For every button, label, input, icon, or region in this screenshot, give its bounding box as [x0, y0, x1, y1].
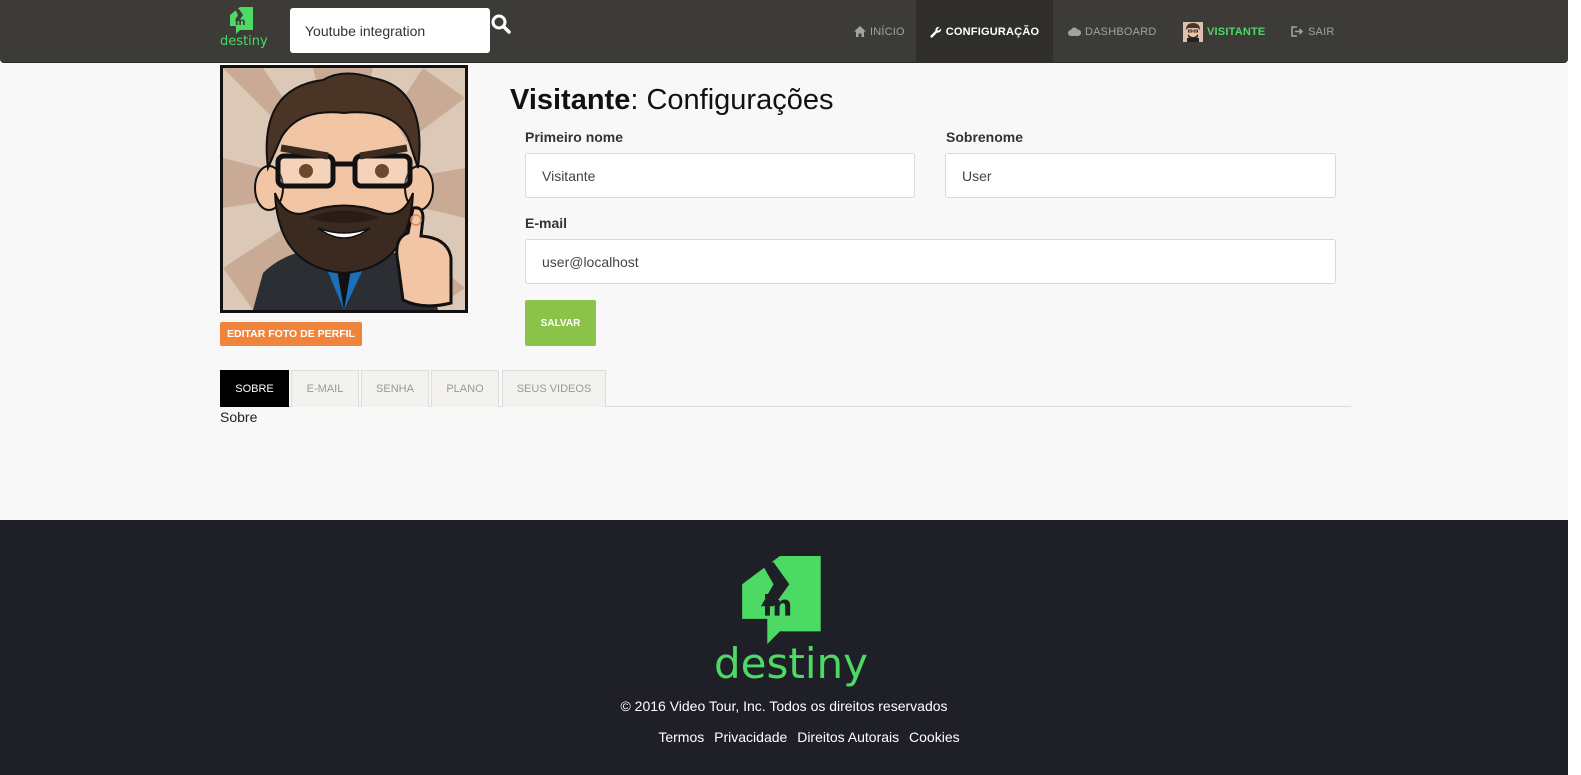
destiny-logo-icon: in — [742, 556, 821, 644]
last-name-label: Sobrenome — [946, 129, 1024, 145]
last-name-input[interactable] — [945, 153, 1336, 198]
save-button[interactable]: SALVAR — [525, 300, 596, 346]
sign-out-icon — [1291, 26, 1304, 37]
nav-visitante-label: VISITANTE — [1207, 25, 1266, 38]
footer-links: Termos Privacidade Direitos Autorais Coo… — [0, 729, 1581, 745]
tab-senha[interactable]: SENHA — [361, 370, 429, 407]
tab-email[interactable]: E-MAIL — [291, 370, 359, 407]
footer-link-cookies[interactable]: Cookies — [909, 729, 960, 745]
nav-visitante[interactable]: VISITANTE — [1183, 0, 1265, 63]
nav-sair[interactable]: SAIR — [1291, 0, 1334, 63]
first-name-input[interactable] — [525, 153, 915, 198]
profile-avatar — [220, 65, 468, 313]
page-title: Visitante: Configurações — [510, 84, 833, 117]
search-icon — [491, 14, 511, 34]
profile-avatar-image — [223, 68, 465, 310]
cloud-icon — [1068, 27, 1081, 36]
nav-configuracao-label: CONFIGURAÇÃO — [945, 25, 1040, 38]
page-title-rest: : Configurações — [630, 84, 834, 116]
footer-brand: in destiny — [714, 556, 868, 694]
nav-configuracao[interactable]: CONFIGURAÇÃO — [916, 0, 1053, 63]
navbar: in destiny INÍCIO CONFIGURAÇÃO DASHBOARD — [0, 0, 1568, 63]
tab-sobre[interactable]: SOBRE — [220, 370, 289, 407]
copyright: © 2016 Video Tour, Inc. Todos os direito… — [620, 698, 948, 714]
nav-sair-label: SAIR — [1308, 25, 1335, 38]
footer-link-termos[interactable]: Termos — [658, 729, 704, 745]
page-title-user: Visitante — [510, 84, 631, 116]
tab-seus-videos[interactable]: SEUS VIDEOS — [502, 370, 606, 407]
svg-text:in: in — [763, 590, 793, 623]
footer-link-direitos-autorais[interactable]: Direitos Autorais — [797, 729, 899, 745]
footer-brand-name: destiny — [714, 639, 868, 688]
brand-name: destiny — [220, 34, 268, 49]
edit-photo-button[interactable]: EDITAR FOTO DE PERFIL — [220, 322, 362, 346]
home-icon — [854, 26, 866, 37]
search-button[interactable] — [491, 14, 513, 38]
footer-link-privacidade[interactable]: Privacidade — [714, 729, 787, 745]
profile-tabs: SOBRE E-MAIL SENHA PLANO SEUS VIDEOS — [220, 370, 1351, 407]
nav-dashboard-label: DASHBOARD — [1085, 25, 1157, 38]
email-input[interactable] — [525, 239, 1336, 284]
tab-plano[interactable]: PLANO — [431, 370, 499, 407]
svg-text:in: in — [235, 17, 246, 28]
search-input[interactable] — [290, 8, 490, 53]
destiny-logo-icon: in — [230, 7, 253, 34]
email-label: E-mail — [525, 215, 568, 231]
scrollbar[interactable] — [1568, 0, 1581, 775]
avatar — [1183, 21, 1203, 42]
wrench-icon — [930, 26, 942, 38]
brand-logo[interactable]: in destiny — [220, 6, 268, 50]
first-name-label: Primeiro nome — [525, 129, 624, 145]
nav-dashboard[interactable]: DASHBOARD — [1068, 0, 1156, 63]
nav-inicio[interactable]: INÍCIO — [854, 0, 905, 63]
nav-inicio-label: INÍCIO — [870, 25, 905, 38]
tab-content: Sobre — [220, 409, 258, 425]
